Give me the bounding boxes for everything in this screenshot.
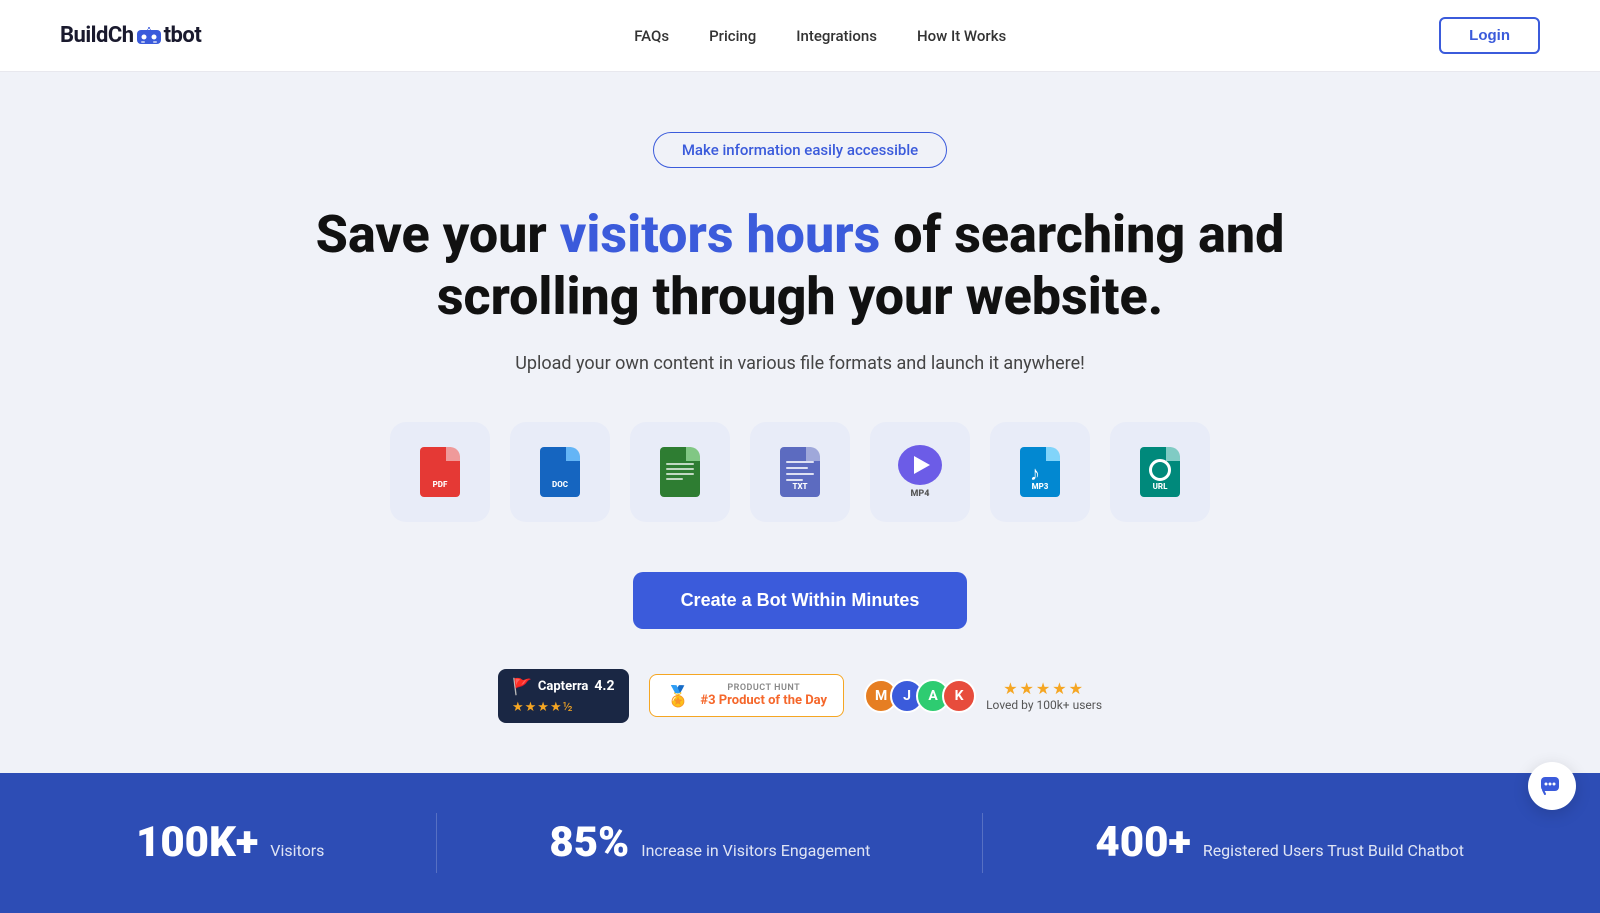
file-icon-mp4: MP4 [870,422,970,522]
main-nav: FAQs Pricing Integrations How It Works [634,27,1006,45]
header: BuildCh tbot FAQs Pricing Integrations H… [0,0,1600,72]
users-stars: ★★★★★ [986,679,1102,698]
file-icon-mp3: ♪ MP3 [990,422,1090,522]
stat-visitors-number: 100K+ [136,818,258,867]
txt-icon: TXT [776,445,824,499]
hero-title-highlight: visitors hours [560,204,881,265]
mp3-icon: ♪ MP3 [1016,445,1064,499]
file-icon-sheets [630,422,730,522]
url-icon: URL [1136,445,1184,499]
file-formats-row: PDF DOC [390,422,1210,522]
logo-bot-icon [135,26,163,46]
user-avatars: M J A K [864,679,976,713]
chat-widget-icon [1539,773,1565,799]
capterra-stars: ★★★★½ [512,700,574,715]
capterra-score: 4.2 [594,678,614,694]
product-hunt-content: PRODUCT HUNT #3 Product of the Day [700,683,827,708]
logo-text-before: BuildCh [60,23,134,48]
product-hunt-medal-icon: 🏅 [666,684,691,708]
avatar-4: K [942,679,976,713]
stats-section: 100K+ Visitors 85% Increase in Visitors … [0,773,1600,913]
pill-badge: Make information easily accessible [653,132,947,168]
nav-pricing[interactable]: Pricing [709,27,756,45]
stat-divider-2 [982,813,983,873]
capterra-name: Capterra [538,679,588,694]
stat-visitors-label: Visitors [270,841,324,860]
capterra-flag-icon: 🚩 [512,677,532,696]
file-icon-doc: DOC [510,422,610,522]
hero-subtitle: Upload your own content in various file … [515,353,1085,374]
mp4-icon: MP4 [896,445,944,499]
nav-faqs[interactable]: FAQs [634,27,669,45]
stat-engagement: 85% Increase in Visitors Engagement [549,818,870,867]
chat-widget[interactable] [1528,762,1576,810]
login-button[interactable]: Login [1439,17,1540,54]
users-info: ★★★★★ Loved by 100k+ users [986,679,1102,712]
doc-icon: DOC [536,445,584,499]
file-icon-txt: TXT [750,422,850,522]
stat-users-label: Registered Users Trust Build Chatbot [1203,841,1464,860]
pdf-icon: PDF [416,445,464,499]
cta-button[interactable]: Create a Bot Within Minutes [633,572,968,629]
stat-visitors: 100K+ Visitors [136,818,324,867]
sheets-icon [656,445,704,499]
file-icon-pdf: PDF [390,422,490,522]
stat-divider-1 [436,813,437,873]
users-loved-label: Loved by 100k+ users [986,698,1102,712]
nav-how-it-works[interactable]: How It Works [917,27,1006,45]
hero-section: Make information easily accessible Save … [0,72,1600,773]
product-hunt-label: PRODUCT HUNT [700,683,827,693]
nav-integrations[interactable]: Integrations [796,27,877,45]
stat-users-number: 400+ [1095,818,1190,867]
product-hunt-badge: 🏅 PRODUCT HUNT #3 Product of the Day [649,674,845,717]
capterra-badge: 🚩 Capterra 4.2 ★★★★½ [498,669,629,723]
file-icon-url: URL [1110,422,1210,522]
hero-title: Save your visitors hours of searching an… [300,204,1300,329]
stat-engagement-number: 85% [549,818,629,867]
users-badge: M J A K ★★★★★ Loved by 100k+ users [864,679,1102,713]
stat-users: 400+ Registered Users Trust Build Chatbo… [1095,818,1464,867]
hero-title-before: Save your [316,204,560,265]
product-hunt-title: #3 Product of the Day [700,693,827,708]
logo[interactable]: BuildCh tbot [60,23,201,48]
stat-engagement-label: Increase in Visitors Engagement [641,841,870,860]
social-proof-row: 🚩 Capterra 4.2 ★★★★½ 🏅 PRODUCT HUNT #3 P… [498,669,1102,723]
logo-text-after: tbot [164,23,202,48]
